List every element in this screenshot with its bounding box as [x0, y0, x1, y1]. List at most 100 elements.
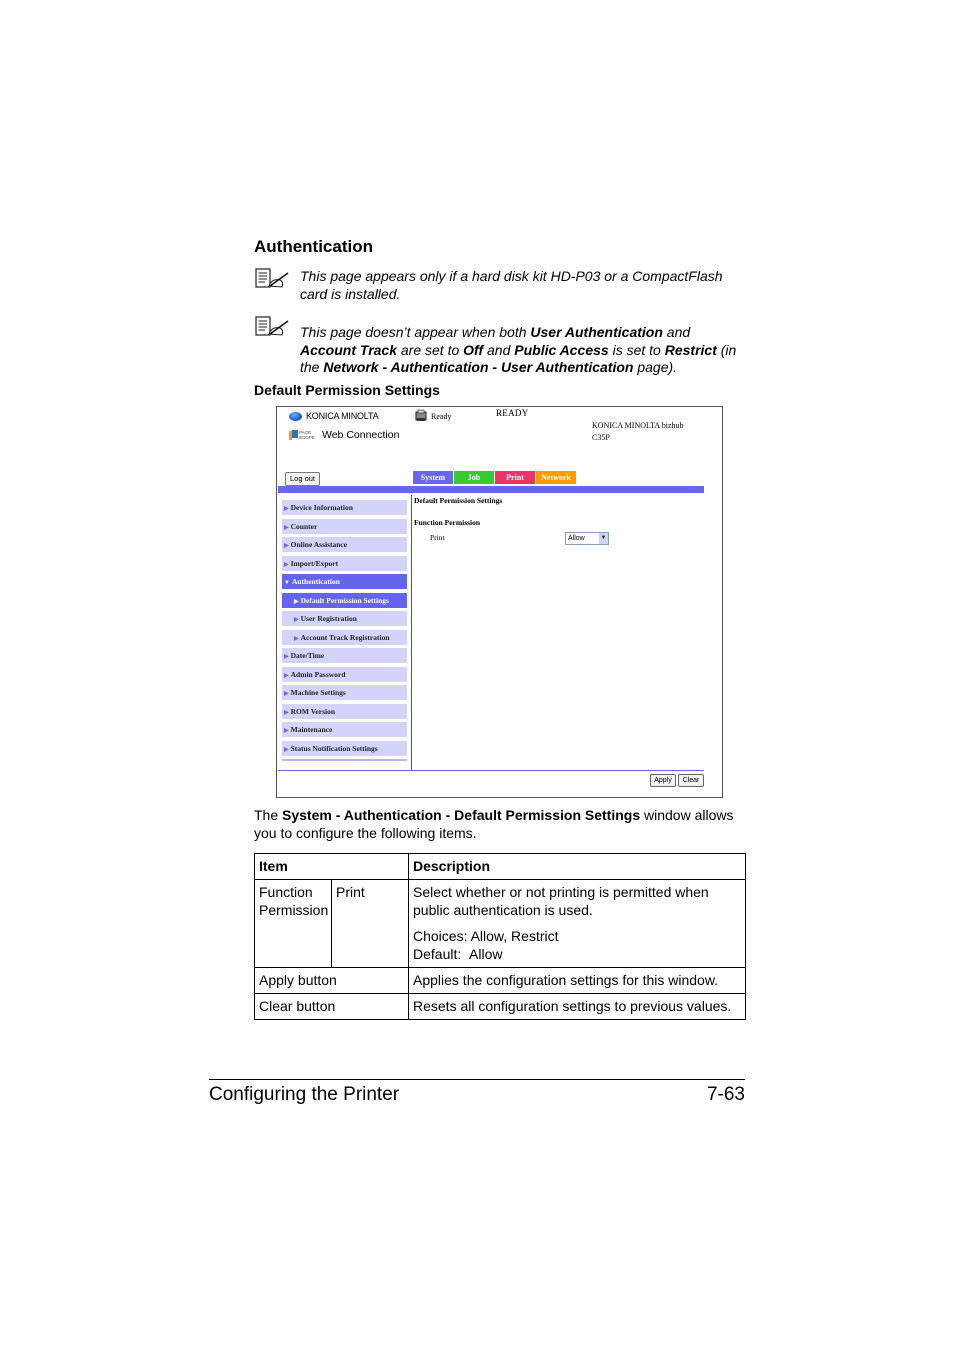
sidebar-item-authentication[interactable]: ▼ Authentication — [282, 574, 407, 589]
apply-button[interactable]: Apply — [650, 774, 676, 787]
table-row: Apply button Applies the configuration s… — [254, 967, 746, 994]
brand-name: KONICA MINOLTA — [306, 411, 379, 421]
footer-rule — [209, 1079, 745, 1080]
triangle-right-icon: ▶ — [284, 654, 289, 660]
triangle-down-icon: ▼ — [284, 580, 290, 586]
triangle-right-icon: ▶ — [284, 746, 289, 753]
table-row: Clear button Resets all configuration se… — [254, 993, 746, 1020]
settings-content: Default Permission Settings Function Per… — [414, 495, 704, 546]
tab-underline-bar — [278, 486, 704, 493]
sidebar-item-label: Status Notification Settings — [290, 743, 378, 753]
sidebar-item-label: Counter — [290, 521, 318, 531]
sidebar-item-import-export[interactable]: ▶ Import/Export — [282, 555, 407, 571]
sidebar-item-machine-settings[interactable]: ▶ Machine Settings — [282, 685, 407, 700]
cell-subitem: Print — [331, 879, 409, 968]
triangle-right-icon: ▶ — [284, 728, 289, 734]
bold-term: Account Track — [300, 341, 397, 358]
status-readout: READY — [496, 408, 529, 418]
sidebar-item-label: Device Information — [290, 503, 353, 512]
sidebar-item-device-information[interactable]: ▶ Device Information — [282, 500, 407, 515]
default-text: Default: Allow — [413, 946, 503, 962]
triangle-right-icon: ▶ — [284, 543, 289, 549]
tab-system[interactable]: System — [413, 471, 453, 484]
sidebar-item-account-track-registration[interactable]: ▶ Account Track Registration — [282, 629, 407, 645]
sidebar-item-label: ROM Version — [290, 706, 336, 716]
note-text: This page appears only if a hard disk ki… — [300, 268, 750, 303]
note-2: This page doesn’t appear when both User … — [254, 316, 749, 375]
sidebar-item-label: Default Permission Settings — [300, 595, 389, 605]
text-run: is set to — [608, 341, 665, 358]
sidebar-item-label: Authentication — [291, 577, 340, 586]
sidebar-item-label: Account Track Registration — [300, 632, 390, 642]
sidebar-item-label: Online Assistance — [290, 540, 348, 549]
sidebar-item-default-permission-settings[interactable]: ▶ Default Permission Settings — [282, 592, 407, 608]
sidebar-menu: ▶ Device Information ▶ Counter ▶ Online Assis… — [282, 500, 407, 761]
status-text: Ready — [431, 412, 452, 421]
section-title: Authentication — [254, 237, 373, 256]
cell-description: Resets all configuration settings to pre… — [408, 993, 746, 1020]
tab-network[interactable]: Network — [536, 471, 576, 484]
sidebar-item-label: Admin Password — [290, 669, 346, 679]
pagescope-icon: PAGE SCOPE — [289, 430, 315, 440]
page-number: 7-63 — [706, 1084, 745, 1105]
text-run: and — [483, 341, 515, 358]
clear-button[interactable]: Clear — [678, 774, 704, 787]
brand-logo: KONICA MINOLTA — [289, 411, 379, 421]
intro-paragraph: The System - Authentication - Default Pe… — [254, 806, 749, 842]
table-header-row: Item Description — [254, 853, 746, 880]
svg-text:SCOPE: SCOPE — [299, 435, 315, 440]
bold-term: System - Authentication - Default Permis… — [282, 807, 641, 823]
text-run: page). — [633, 359, 678, 375]
device-model: KONICA MINOLTA bizhub C35P — [592, 420, 684, 444]
items-table: Item Description Function Permission Pri… — [254, 853, 746, 1020]
bold-term: Off — [463, 341, 484, 358]
chevron-down-icon[interactable]: ▼ — [599, 533, 608, 544]
note-pencil-icon — [255, 268, 289, 288]
sidebar-item-date-time[interactable]: ▶ Date/Time — [282, 648, 407, 663]
sidebar-item-online-assistance[interactable]: ▶ Online Assistance — [282, 537, 407, 552]
footer-chapter-title: Configuring the Printer — [209, 1084, 400, 1105]
sidebar-end-bar — [282, 759, 407, 761]
sidebar-divider — [411, 495, 412, 770]
model-number: C35P — [592, 433, 610, 442]
model-name: KONICA MINOLTA bizhub — [592, 421, 684, 430]
cell-description: Select whether or not printing is permit… — [408, 879, 746, 968]
sidebar-item-label: User Registration — [300, 614, 357, 623]
text-run: and — [662, 324, 691, 340]
triangle-right-icon: ▶ — [284, 506, 289, 512]
print-permission-row: Print Allow ▼ — [414, 532, 704, 546]
cell-item: Function Permission — [254, 879, 332, 968]
triangle-right-icon: ▶ — [294, 617, 299, 623]
bold-term: User Authentication — [530, 324, 663, 340]
sidebar-item-label: Machine Settings — [290, 688, 346, 697]
triangle-right-icon: ▶ — [284, 524, 289, 531]
sidebar-item-counter[interactable]: ▶ Counter — [282, 518, 407, 534]
text-run: are set to — [397, 341, 464, 358]
group-heading: Function Permission — [414, 518, 481, 527]
bold-term: Network - Authentication - User Authenti… — [323, 359, 634, 375]
tab-print[interactable]: Print — [495, 471, 535, 484]
text-run: This page doesn’t appear when both — [300, 324, 531, 340]
cell-description: Applies the configuration settings for t… — [408, 967, 746, 994]
sidebar-item-user-registration[interactable]: ▶ User Registration — [282, 611, 407, 626]
printer-status-icon — [415, 409, 427, 421]
sidebar-item-rom-version[interactable]: ▶ ROM Version — [282, 703, 407, 719]
sidebar-item-label: Maintenance — [290, 725, 333, 734]
choices-text: Choices: Allow, Restrict — [413, 928, 559, 944]
main-tabs: System Job Print Network — [413, 471, 576, 484]
sidebar-item-status-notification-settings[interactable]: ▶ Status Notification Settings — [282, 740, 407, 756]
tab-job[interactable]: Job — [454, 471, 494, 484]
sidebar-item-admin-password[interactable]: ▶ Admin Password — [282, 666, 407, 682]
logout-button[interactable]: Log out — [285, 472, 320, 486]
text-run: The — [254, 807, 283, 823]
header-item: Item — [254, 853, 409, 880]
triangle-right-icon: ▶ — [284, 672, 289, 679]
print-permission-select[interactable]: Allow ▼ — [565, 532, 609, 545]
triangle-right-icon: ▶ — [284, 709, 289, 716]
triangle-right-icon: ▶ — [284, 691, 289, 697]
sidebar-item-maintenance[interactable]: ▶ Maintenance — [282, 722, 407, 737]
note-pencil-icon — [255, 316, 289, 336]
subheading: Default Permission Settings — [254, 382, 440, 398]
triangle-right-icon: ▶ — [294, 635, 299, 642]
sidebar-item-label: Import/Export — [290, 558, 339, 568]
